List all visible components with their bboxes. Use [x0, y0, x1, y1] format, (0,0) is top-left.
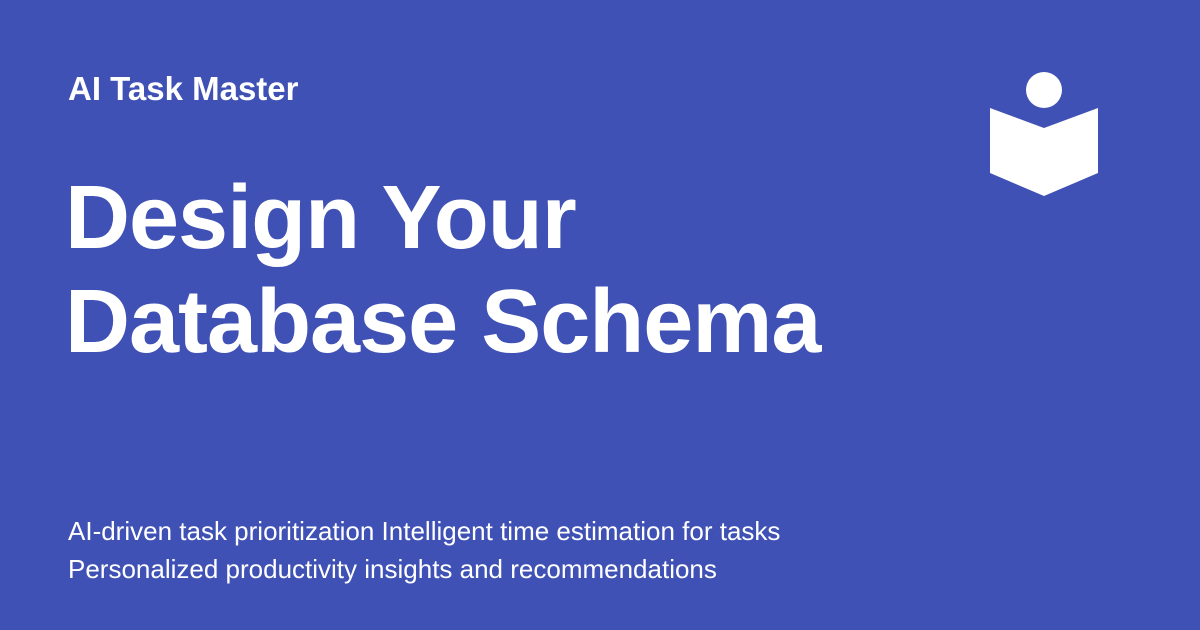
- reader-head-shape: [1026, 72, 1062, 108]
- feature-description: AI-driven task prioritization Intelligen…: [68, 512, 968, 588]
- reader-book-icon: [988, 70, 1100, 198]
- open-book-shape: [990, 108, 1098, 196]
- page-title-line-1: Design Your: [65, 168, 577, 268]
- social-share-card: AI Task Master Design Your Database Sche…: [0, 0, 1200, 630]
- feature-description-line-1: AI-driven task prioritization Intelligen…: [68, 516, 781, 546]
- brand-name: AI Task Master: [68, 70, 299, 107]
- page-title-line-2: Database Schema: [65, 272, 821, 372]
- reader-book-icon-svg: [990, 72, 1098, 196]
- page-title: Design Your Database Schema: [65, 166, 925, 374]
- feature-description-line-2: Personalized productivity insights and r…: [68, 554, 717, 584]
